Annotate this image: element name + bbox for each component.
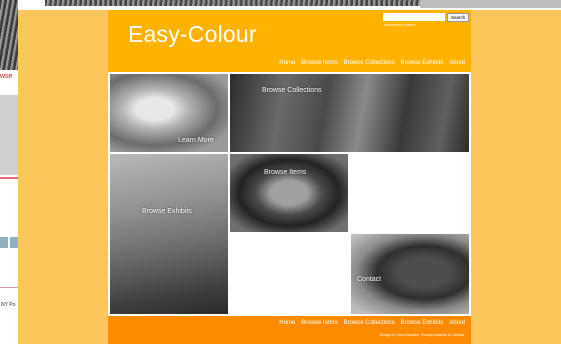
site-title[interactable]: Easy-Colour bbox=[128, 21, 257, 48]
tile-browse-collections[interactable]: Browse Collections bbox=[230, 74, 469, 152]
tile-contact[interactable]: Contact bbox=[351, 234, 469, 314]
nav-browse-exhibits[interactable]: Browse Exhibits bbox=[401, 60, 444, 66]
site-footer: Home Browse Items Browse Collections Bro… bbox=[108, 316, 471, 344]
advanced-search-link[interactable]: Advanced Search bbox=[384, 22, 416, 27]
footer-credit: Design by Omni Guenthe. Proudly powered … bbox=[379, 333, 465, 337]
background-link-text: wse bbox=[0, 73, 13, 80]
footer-nav-home[interactable]: Home bbox=[279, 320, 295, 326]
search-input[interactable] bbox=[383, 13, 445, 21]
background-divider bbox=[0, 177, 18, 179]
background-top-gray bbox=[420, 0, 561, 8]
background-footer-text: NY Po bbox=[1, 302, 16, 308]
tile-browse-collections-label: Browse Collections bbox=[262, 87, 322, 94]
background-divider bbox=[0, 287, 18, 288]
tile-learn-more-label: Learn More bbox=[178, 137, 214, 144]
nav-about[interactable]: About bbox=[449, 60, 465, 66]
theme-preview-page: Easy-Colour Search Advanced Search Home … bbox=[18, 10, 561, 344]
footer-nav-browse-collections[interactable]: Browse Collections bbox=[344, 320, 395, 326]
nav-browse-collections[interactable]: Browse Collections bbox=[344, 60, 395, 66]
footer-nav-browse-items[interactable]: Browse Items bbox=[301, 320, 337, 326]
page-side-left bbox=[18, 10, 108, 344]
nav-home[interactable]: Home bbox=[279, 60, 295, 66]
footer-nav-about[interactable]: About bbox=[449, 320, 465, 326]
footer-nav: Home Browse Items Browse Collections Bro… bbox=[279, 320, 465, 326]
background-image-strip bbox=[0, 0, 18, 70]
background-panel bbox=[0, 95, 18, 175]
tile-contact-label: Contact bbox=[357, 276, 382, 283]
featured-grid: Learn More Browse Collections Browse Exh… bbox=[108, 72, 471, 316]
site-header: Easy-Colour Search Advanced Search Home … bbox=[108, 10, 471, 72]
tile-browse-items-label: Browse Items bbox=[264, 169, 307, 176]
background-button bbox=[0, 237, 8, 248]
search-button[interactable]: Search bbox=[447, 13, 470, 22]
tile-browse-exhibits-label: Browse Exhibits bbox=[142, 208, 192, 215]
primary-nav: Home Browse Items Browse Collections Bro… bbox=[279, 60, 465, 66]
tile-learn-more[interactable]: Learn More bbox=[110, 74, 228, 152]
tile-browse-items[interactable]: Browse Items bbox=[230, 154, 348, 232]
background-button bbox=[10, 237, 18, 248]
page-side-right bbox=[471, 10, 561, 344]
footer-nav-browse-exhibits[interactable]: Browse Exhibits bbox=[401, 320, 444, 326]
background-page-left: wse NY Po bbox=[0, 0, 18, 344]
tile-browse-exhibits[interactable]: Browse Exhibits bbox=[110, 154, 228, 314]
nav-browse-items[interactable]: Browse Items bbox=[301, 60, 337, 66]
